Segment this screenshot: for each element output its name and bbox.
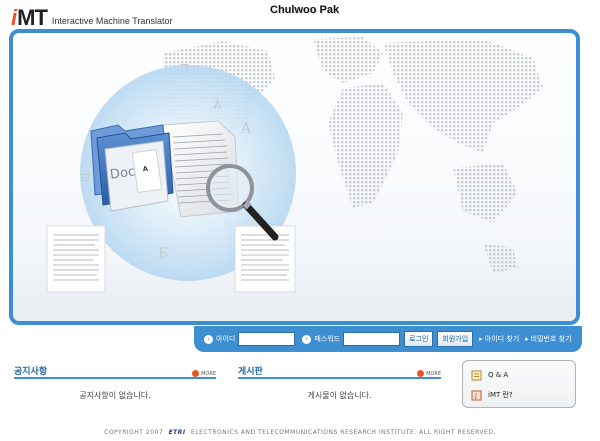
notice-empty-text: 공지사항이 없습니다. bbox=[79, 391, 151, 400]
password-input[interactable] bbox=[343, 332, 401, 346]
login-button[interactable]: 로그인 bbox=[404, 331, 434, 347]
notice-board: 공지사항 MORE 공지사항이 없습니다. bbox=[14, 363, 216, 419]
page: iMT Interactive Machine Translator Chulw… bbox=[0, 0, 600, 441]
memo-icon bbox=[471, 370, 482, 380]
hero-banner: ㄱ λ A ㅅ Б ㄹ bbox=[9, 29, 580, 325]
join-button[interactable]: 회원가입 bbox=[437, 331, 474, 347]
hero-illustration: ㄱ λ A ㅅ Б ㄹ bbox=[46, 37, 543, 293]
svg-text:ㄱ: ㄱ bbox=[178, 61, 191, 77]
document-right bbox=[234, 225, 296, 293]
side-menu: Q & A i iMT 란? bbox=[462, 360, 576, 408]
user-name: Chulwoo Pak bbox=[270, 4, 340, 16]
info-icon: i bbox=[471, 390, 482, 401]
qna-link[interactable]: Q & A bbox=[471, 365, 575, 385]
id-label: 아이디 bbox=[216, 335, 236, 343]
notice-more-button[interactable]: MORE bbox=[192, 370, 216, 377]
bbs-board: 게시판 MORE 게시물이 없습니다. bbox=[238, 363, 441, 419]
password-label: 패스워드 bbox=[314, 335, 341, 343]
svg-text:ㄹ: ㄹ bbox=[79, 171, 92, 187]
id-bullet-icon: › bbox=[204, 334, 213, 344]
document-left bbox=[46, 225, 106, 293]
more-bullet-icon bbox=[417, 370, 425, 377]
about-imt-link[interactable]: i iMT 란? bbox=[471, 385, 575, 405]
password-bullet-icon: › bbox=[302, 334, 312, 344]
find-id-link[interactable]: 아이디 찾기 bbox=[479, 334, 519, 344]
bbs-empty-text: 게시물이 없습니다. bbox=[307, 391, 372, 400]
organization-name: ELECTRONICS AND TELECOMMUNICATIONS RESEA… bbox=[191, 429, 496, 436]
imt-logo[interactable]: iMT Interactive Machine Translator bbox=[11, 3, 172, 29]
footer: COPYRIGHT 2007 ETRI ELECTRONICS AND TELE… bbox=[0, 429, 600, 436]
folder-stack: Docs A bbox=[90, 124, 174, 212]
bbs-title: 게시판 bbox=[238, 367, 263, 377]
copyright-text: COPYRIGHT 2007 bbox=[104, 429, 164, 436]
login-bar: › 아이디 › 패스워드 로그인 회원가입 아이디 찾기 비밀번호 찾기 bbox=[194, 326, 582, 352]
id-input[interactable] bbox=[238, 332, 296, 346]
svg-text:Б: Б bbox=[158, 246, 168, 262]
etri-logo: ETRI bbox=[168, 429, 186, 436]
logo-mark: iMT bbox=[11, 5, 48, 30]
svg-text:λ: λ bbox=[213, 96, 222, 112]
find-password-link[interactable]: 비밀번호 찾기 bbox=[525, 334, 572, 344]
more-bullet-icon bbox=[192, 370, 200, 377]
notice-title: 공지사항 bbox=[14, 367, 48, 377]
bbs-more-button[interactable]: MORE bbox=[417, 370, 441, 377]
logo-subtitle: Interactive Machine Translator bbox=[51, 16, 173, 26]
svg-text:A: A bbox=[240, 121, 252, 137]
svg-text:i: i bbox=[475, 392, 478, 401]
